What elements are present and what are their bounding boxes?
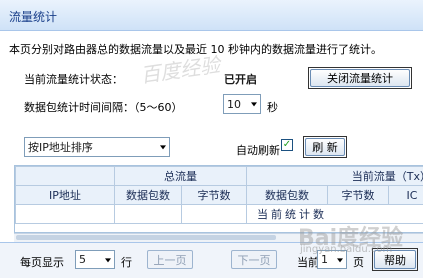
interval-select-value: 10 [227, 98, 241, 111]
group-header-total: 总流量 [115, 167, 247, 186]
interval-label: 数据包统计时间间隔：（5～60） [24, 99, 183, 115]
chevron-down-icon [160, 145, 166, 149]
sort-select-value: 按IP地址排序 [28, 139, 93, 155]
per-page-label: 每页显示 [20, 254, 64, 270]
column-header-ip: IP地址 [16, 186, 115, 205]
auto-refresh-label: 自动刷新 [236, 142, 280, 158]
stop-stats-button-frame: 关闭流量统计 [308, 67, 412, 89]
traffic-status-label: 当前流量统计状态： [24, 71, 123, 87]
next-page-button[interactable]: 下一页 [231, 250, 277, 269]
interval-unit: 秒 [267, 99, 278, 115]
group-header-current: 当前流量（Tx） [247, 167, 423, 186]
page-unit: 页 [353, 254, 364, 270]
chevron-down-icon [105, 258, 111, 262]
sort-select[interactable]: 按IP地址排序 [24, 137, 170, 157]
table-cell [182, 205, 247, 224]
chevron-down-icon [251, 102, 257, 106]
refresh-button[interactable]: 刷 新 [305, 138, 345, 156]
per-page-value: 5 [79, 253, 86, 266]
window-titlebar: 流量统计 [0, 0, 423, 31]
auto-refresh-checkbox[interactable]: ✓ [281, 139, 293, 151]
prev-page-button[interactable]: 上一页 [147, 250, 193, 269]
table-cell [16, 205, 115, 224]
column-header-total-bytes: 字节数 [182, 186, 247, 205]
column-header-total-packets: 数据包数 [115, 186, 182, 205]
page-title: 流量统计 [9, 8, 57, 25]
refresh-button-frame: 刷 新 [303, 136, 347, 158]
table-cell [115, 205, 182, 224]
checkmark-icon: ✓ [283, 139, 291, 150]
watermark-url: jingyan.baidu.com [300, 244, 392, 255]
scrollbar-thumb[interactable] [16, 235, 276, 240]
traffic-status-value: 已开启 [224, 71, 257, 87]
column-header-current-bytes: 字节数 [328, 186, 389, 205]
column-header-current-packets: 数据包数 [247, 186, 328, 205]
per-page-unit: 行 [121, 254, 132, 270]
chevron-down-icon [337, 258, 343, 262]
per-page-select[interactable]: 5 [75, 250, 115, 269]
table-header-row: IP地址 数据包数 字节数 数据包数 字节数 IC [16, 186, 423, 205]
interval-select[interactable]: 10 [223, 94, 261, 114]
table-group-header-row: 总流量 当前流量（Tx） [16, 167, 423, 186]
column-header-ic: IC [389, 186, 423, 205]
table-blank-header [16, 167, 115, 186]
stop-stats-button[interactable]: 关闭流量统计 [310, 69, 410, 87]
